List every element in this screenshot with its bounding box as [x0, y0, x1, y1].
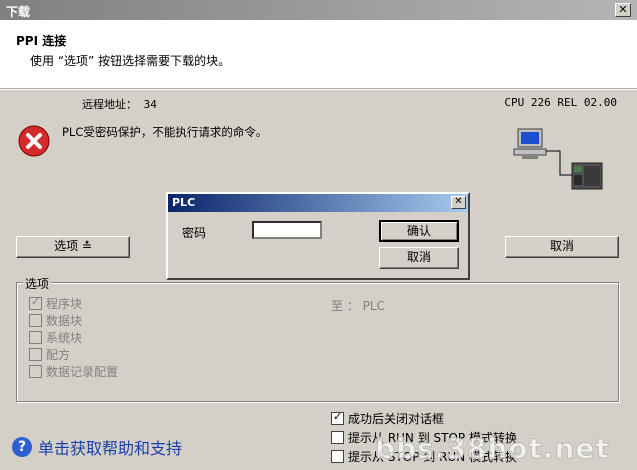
checkbox[interactable] — [331, 450, 344, 463]
cancel-button[interactable]: 取消 — [505, 236, 619, 258]
error-message: PLC受密码保护，不能执行请求的命令。 — [62, 125, 268, 139]
header-panel: PPI 连接 使用 “选项” 按钮选择需要下载的块。 — [0, 20, 637, 90]
help-label: 单击获取帮助和支持 — [38, 439, 183, 458]
window-close-button[interactable]: ✕ — [615, 3, 631, 17]
option-data-block[interactable]: 数据块 — [29, 312, 82, 329]
options-group: 选项 ✓ 程序块 数据块 系统块 配方 数据记录配置 至 ： PLC — [16, 275, 619, 402]
confirm-button[interactable]: 确认 — [379, 220, 459, 242]
option-program-block[interactable]: ✓ 程序块 — [29, 295, 82, 312]
help-icon: ? — [12, 437, 32, 457]
plc-cancel-button[interactable]: 取消 — [379, 247, 459, 269]
window-title: 下载 — [6, 5, 31, 19]
checkbox[interactable] — [331, 431, 344, 444]
plc-dialog-close-button[interactable]: ✕ — [451, 196, 466, 209]
remote-address: 远程地址： 34 — [82, 98, 157, 111]
error-icon — [18, 125, 50, 157]
option-recipe[interactable]: 配方 — [29, 346, 70, 363]
checkbox[interactable]: ✓ — [331, 410, 344, 425]
options-group-legend: 选项 — [23, 275, 52, 292]
option-close-on-success[interactable]: ✓ 成功后关闭对话框 — [331, 410, 517, 427]
header-description: 使用 “选项” 按钮选择需要下载的块。 — [30, 54, 231, 68]
plc-dialog-titlebar: PLC ✕ — [168, 194, 468, 212]
checkbox[interactable] — [29, 348, 42, 361]
cpu-info: CPU 226 REL 02.00 — [504, 96, 617, 109]
password-label: 密码 — [182, 226, 207, 240]
destination-label: 至 ： PLC — [331, 299, 385, 313]
password-input[interactable] — [252, 221, 322, 239]
computer-plc-icon — [510, 125, 610, 195]
checkbox[interactable] — [29, 314, 42, 327]
option-system-block[interactable]: 系统块 — [29, 329, 82, 346]
help-link[interactable]: ? 单击获取帮助和支持 — [12, 435, 182, 459]
plc-password-dialog: PLC ✕ 密码 确认 取消 — [166, 192, 470, 280]
header-title: PPI 连接 — [16, 34, 67, 48]
watermark-text: bbs.38hot.net — [375, 432, 610, 466]
window-titlebar: 下载 ✕ — [0, 0, 637, 20]
options-button[interactable]: 选项 ≛ — [16, 236, 130, 258]
plc-dialog-title: PLC — [172, 196, 196, 209]
checkbox[interactable]: ✓ — [29, 295, 42, 310]
checkbox[interactable] — [29, 365, 42, 378]
checkbox[interactable] — [29, 331, 42, 344]
option-data-log-config[interactable]: 数据记录配置 — [29, 363, 118, 380]
